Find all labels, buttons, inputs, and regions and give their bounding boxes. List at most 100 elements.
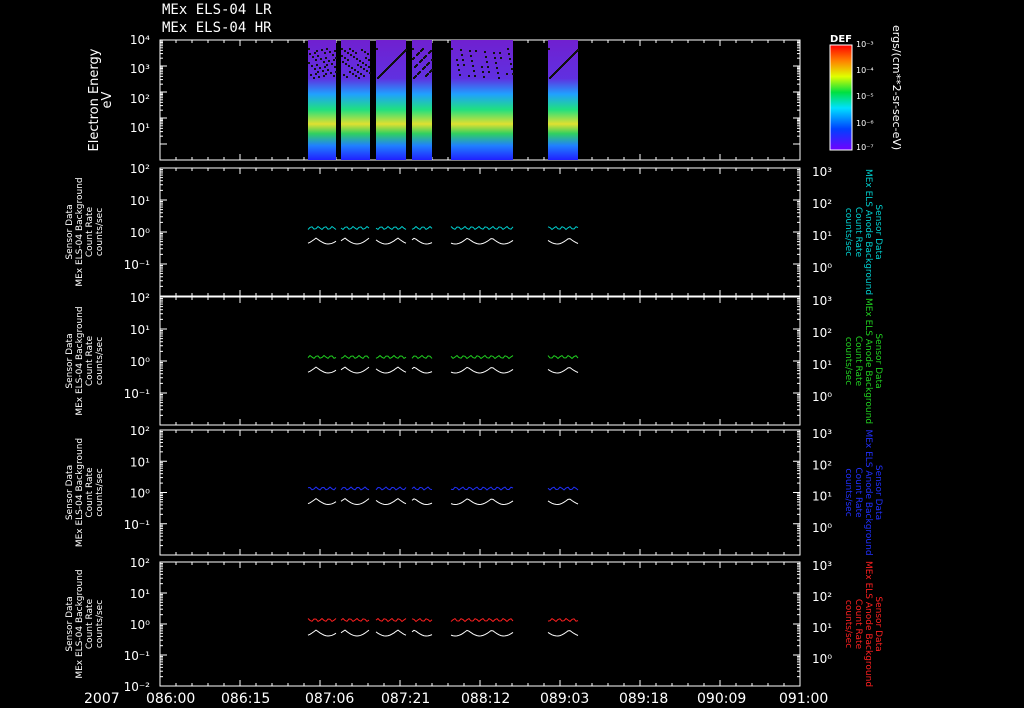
right-ylabel-line: Count Rate [853, 207, 863, 258]
spectrogram-speckle [428, 62, 430, 64]
spectrogram-speckle [469, 50, 471, 52]
series-white-line [307, 497, 337, 506]
spectrogram-speckle [352, 50, 354, 52]
left-ylabel-line: counts/sec [95, 208, 105, 256]
spectrogram-speckle [376, 48, 378, 50]
spectrogram-speckle [548, 48, 550, 50]
spectrogram-speckle [363, 68, 365, 70]
spectrogram-speckle [351, 67, 353, 69]
right-ylabel-line: MEx ELS Anode Background [863, 169, 873, 295]
x-tick-label: 086:00 [146, 691, 195, 707]
spectrogram-block-3 [376, 40, 406, 160]
spectrogram-speckle [309, 53, 311, 55]
spectrogram-speckle [415, 75, 417, 77]
left-ytick-label: 10⁻¹ [124, 649, 151, 663]
spectrogram-speckle [354, 69, 356, 71]
left-ylabel-line: Sensor Data [65, 465, 75, 520]
spectrogram-speckle [564, 62, 566, 64]
series-white-line [375, 629, 407, 637]
panel-frame-5 [159, 561, 801, 687]
spectrogram-speckle [574, 52, 576, 54]
right-ytick-label: 10¹ [812, 358, 832, 372]
left-ytick-label: 10⁻¹ [124, 258, 151, 272]
spectrogram-speckle [329, 51, 331, 53]
series-white-line [340, 366, 370, 374]
spectrogram-speckle [368, 66, 370, 68]
spectrogram-ytick-label: 10⁴ [130, 33, 150, 47]
colorbar-tick-label: 10⁻⁴ [856, 66, 874, 75]
spectrogram-speckle [356, 58, 358, 60]
right-ylabel-line: Count Rate [853, 599, 863, 650]
series-white-line [307, 237, 337, 245]
spectrogram-speckle [316, 64, 318, 66]
spectrogram-speckle [348, 65, 350, 67]
spectrogram-speckle [557, 69, 559, 71]
left-ylabel-line: Count Rate [85, 335, 95, 386]
spectrogram-speckle [332, 54, 334, 56]
spectrogram-speckle [347, 52, 349, 54]
spectrogram-ytick-label: 10² [130, 92, 150, 106]
spectrogram-speckle [364, 51, 366, 53]
right-ytick-label: 10⁰ [812, 521, 832, 535]
right-ytick-label: 10³ [812, 427, 832, 441]
spectrogram-speckle [334, 66, 336, 68]
x-tick-label: 089:18 [619, 691, 668, 707]
spectrogram-speckle [427, 73, 429, 75]
spectrogram-speckle [463, 64, 465, 66]
spectrogram-speckle [512, 73, 514, 75]
spectrogram-speckle [324, 66, 326, 68]
spectrogram-speckle [369, 72, 371, 74]
spectrogram-speckle [388, 66, 390, 68]
series-colored-line [547, 354, 579, 360]
spectrogram-speckle [333, 59, 335, 61]
spectrogram-speckle [344, 57, 346, 59]
spectrogram-speckle [576, 50, 578, 52]
left-ylabel-line: counts/sec [95, 337, 105, 385]
series-colored-line [307, 354, 337, 360]
panel-frame-4 [159, 429, 801, 556]
right-ylabel-line: Sensor Data [873, 333, 883, 388]
spectrogram-speckle [397, 57, 399, 59]
spectrogram-speckle [325, 57, 327, 59]
spectrogram-speckle [320, 58, 322, 60]
spectrogram-speckle [325, 73, 327, 75]
spectrogram-speckle [399, 55, 401, 57]
spectrogram-speckle [413, 57, 415, 59]
left-ylabel-line: Sensor Data [65, 333, 75, 388]
left-ylabel: Sensor Data MEx ELS-04 Background Count Ra… [65, 569, 105, 678]
spectrogram-speckle [312, 56, 314, 58]
left-ytick-label: 10² [130, 556, 150, 570]
spectrogram-speckle [365, 64, 367, 66]
right-ytick-label: 10¹ [812, 621, 832, 635]
spectrogram-ylabel: Electron EnergyeV [87, 48, 115, 151]
right-ylabel: Sensor DataMEx ELS Anode BackgroundCount… [843, 429, 883, 555]
right-ylabel-line: MEx ELS Anode Background [863, 561, 873, 687]
series-white-line [307, 629, 337, 637]
left-ylabel-line: MEx ELS-04 Background [75, 306, 85, 415]
spectrogram-speckle [461, 54, 463, 56]
spectrogram-speckle [385, 69, 387, 71]
right-ylabel-line: MEx ELS Anode Background [863, 429, 873, 555]
colorbar-tick-label: 10⁻⁷ [856, 143, 874, 152]
series-colored-line [450, 354, 514, 360]
spectrogram-speckle [379, 75, 381, 77]
series-colored-line [411, 617, 433, 623]
spectrogram-speckle [481, 66, 483, 68]
spectrogram-speckle [560, 66, 562, 68]
spectrogram-speckle [418, 52, 420, 54]
spectrogram-speckle [468, 75, 470, 77]
spectrogram-speckle [350, 54, 352, 56]
series-colored-line [547, 486, 579, 491]
spectrogram-speckle [355, 75, 357, 77]
spectrogram-speckle [471, 60, 473, 62]
spectrogram-speckle [419, 71, 421, 73]
spectrogram-speckle [421, 59, 423, 61]
spectrogram-speckle [344, 50, 346, 52]
right-ytick-label: 10³ [812, 294, 832, 308]
left-ylabel-line: counts/sec [95, 600, 105, 648]
series-white-line [411, 498, 433, 506]
left-ylabel-line: Count Rate [85, 206, 95, 257]
colorbar-units-text: ergs/(cm**2-sr-sec-eV) [890, 25, 903, 150]
spectrogram-speckle [496, 67, 498, 69]
right-ytick-label: 10⁰ [812, 390, 832, 404]
